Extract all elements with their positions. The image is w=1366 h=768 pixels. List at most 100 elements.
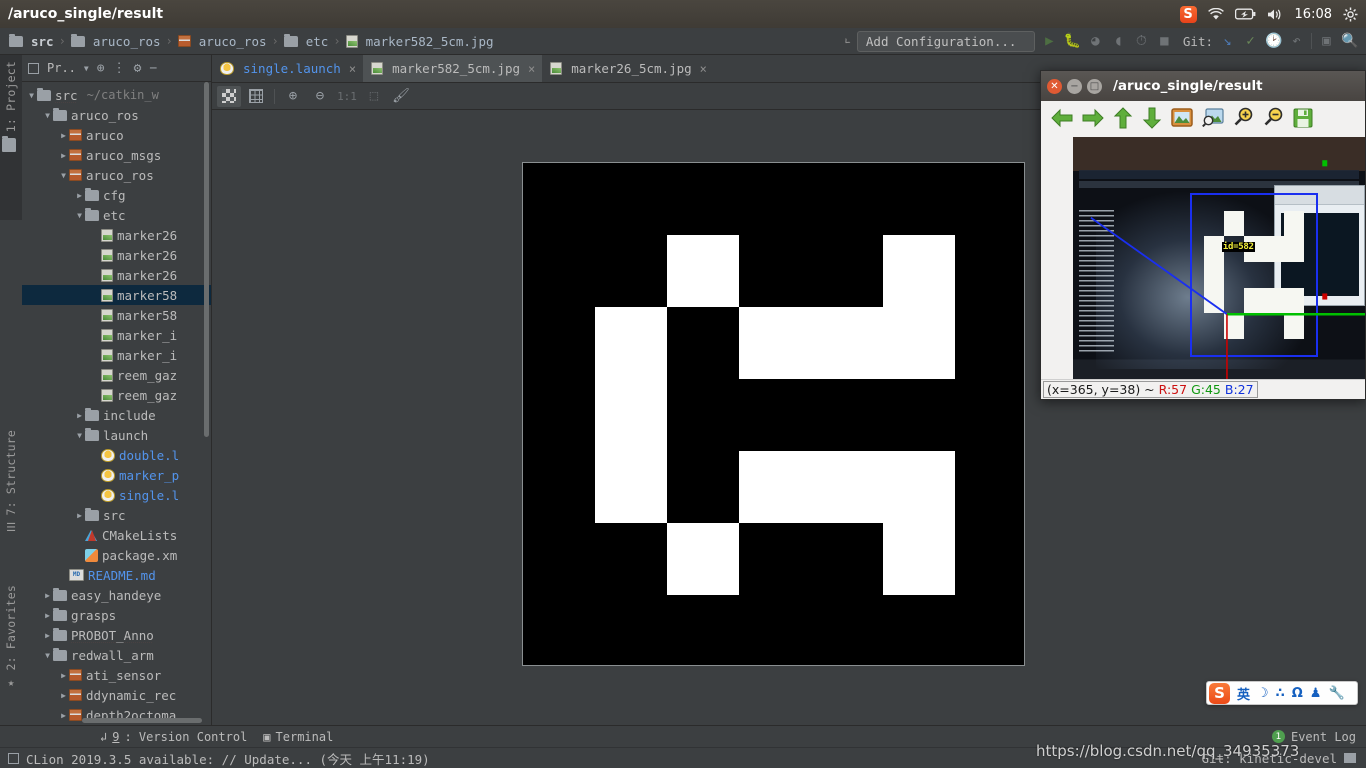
editor-tab[interactable]: marker582_5cm.jpg ×	[363, 55, 543, 82]
sogou-ime-tray-icon[interactable]: S	[1179, 5, 1197, 23]
coverage-icon[interactable]: ◕	[1087, 33, 1104, 49]
chevron-right-icon[interactable]: ▶	[74, 191, 85, 200]
close-icon[interactable]: ×	[349, 62, 356, 76]
hide-icon[interactable]: −	[149, 61, 157, 76]
tree-node[interactable]: double.l	[22, 445, 211, 465]
sidebar-item-structure[interactable]: 7: Structure	[4, 430, 18, 515]
zoom-out-icon[interactable]: ⊖	[308, 86, 332, 107]
tree-node[interactable]: marker_i	[22, 345, 211, 365]
debug-icon[interactable]: 🐛	[1064, 33, 1081, 49]
ime-skin-icon[interactable]: ♟	[1310, 686, 1322, 701]
save-icon[interactable]	[1293, 108, 1313, 131]
tree-node[interactable]: marker58	[22, 285, 211, 305]
chevron-right-icon[interactable]: ▶	[58, 671, 69, 680]
tree-node[interactable]: marker26	[22, 225, 211, 245]
chevron-right-icon[interactable]: ▶	[42, 591, 53, 600]
chevron-down-icon[interactable]: ▼	[84, 64, 89, 73]
chevron-right-icon[interactable]: ▶	[42, 631, 53, 640]
tree-node[interactable]: ▶ ddynamic_rec	[22, 685, 211, 705]
tree-node[interactable]: ▶ grasps	[22, 605, 211, 625]
breadcrumb-item-file[interactable]: marker582_5cm.jpg	[343, 33, 497, 50]
project-view-label[interactable]: Pr..	[47, 61, 76, 75]
close-icon[interactable]: ×	[700, 62, 707, 76]
arrow-up-icon[interactable]	[1113, 106, 1133, 132]
zoom-in-icon[interactable]: ⊕	[281, 86, 305, 107]
ime-language-mode[interactable]: 英	[1237, 684, 1250, 703]
chevron-right-icon[interactable]: ▶	[58, 131, 69, 140]
chevron-down-icon[interactable]: ▼	[42, 111, 53, 120]
ros-window-titlebar[interactable]: ✕ − □ /aruco_single/result	[1041, 71, 1365, 101]
close-icon[interactable]: ×	[528, 62, 535, 76]
tree-vertical-scrollbar[interactable]	[204, 82, 209, 437]
rerun-icon[interactable]: ⏱	[1133, 33, 1150, 49]
sogou-logo-icon[interactable]: S	[1209, 682, 1230, 704]
tree-node[interactable]: ▼ redwall_arm	[22, 645, 211, 665]
editor-tab[interactable]: single.launch ×	[212, 55, 363, 82]
tree-node[interactable]: package.xm	[22, 545, 211, 565]
toggle-grid-icon[interactable]	[244, 86, 268, 107]
image-search-icon[interactable]	[1202, 108, 1224, 130]
chevron-right-icon[interactable]: ▶	[42, 611, 53, 620]
arrow-right-icon[interactable]	[1082, 108, 1104, 131]
tree-node[interactable]: ▼ launch	[22, 425, 211, 445]
tree-node[interactable]: MD README.md	[22, 565, 211, 585]
arrow-left-icon[interactable]	[1051, 108, 1073, 131]
chevron-down-icon[interactable]: ▼	[42, 651, 53, 660]
tree-node[interactable]: marker_i	[22, 325, 211, 345]
tree-node[interactable]: reem_gaz	[22, 385, 211, 405]
tree-node[interactable]: ▼ aruco_ros	[22, 165, 211, 185]
tree-node[interactable]: ▶ aruco_msgs	[22, 145, 211, 165]
tree-node[interactable]: ▼ etc	[22, 205, 211, 225]
project-view-selector-icon[interactable]	[28, 62, 39, 74]
tree-node[interactable]: marker26	[22, 265, 211, 285]
maximize-icon[interactable]: □	[1087, 78, 1102, 94]
battery-icon[interactable]	[1234, 8, 1256, 20]
update-project-icon[interactable]: ↘	[1219, 33, 1236, 49]
tree-node[interactable]: marker26	[22, 245, 211, 265]
tree-node[interactable]: ▶ ati_sensor	[22, 665, 211, 685]
settings-gear-icon[interactable]	[1343, 7, 1358, 22]
chevron-down-icon[interactable]: ▼	[26, 91, 37, 100]
chevron-right-icon[interactable]: ▶	[74, 511, 85, 520]
editor-tab[interactable]: marker26_5cm.jpg ×	[542, 55, 714, 82]
toggle-transparency-chessboard-icon[interactable]	[217, 85, 241, 107]
tree-node[interactable]: ▶ src	[22, 505, 211, 525]
profile-icon[interactable]: ◖	[1110, 33, 1127, 49]
volume-icon[interactable]	[1267, 8, 1284, 21]
breadcrumb-item-etc[interactable]: etc	[281, 33, 332, 50]
chevron-right-icon[interactable]: ▶	[74, 411, 85, 420]
locate-icon[interactable]: ⊕	[97, 61, 105, 76]
tree-node[interactable]: ▼ aruco_ros	[22, 105, 211, 125]
actual-size-icon[interactable]: 1:1	[335, 86, 359, 107]
chevron-down-icon[interactable]: ▼	[74, 211, 85, 220]
zoom-in-icon[interactable]	[1233, 107, 1254, 131]
tree-horizontal-scrollbar[interactable]	[82, 718, 202, 723]
color-picker-icon[interactable]: 🖌	[389, 86, 413, 107]
wifi-icon[interactable]	[1207, 7, 1224, 21]
run-icon[interactable]: ▶	[1041, 33, 1058, 49]
breadcrumb-item-aruco-ros-dir[interactable]: aruco_ros	[68, 33, 164, 50]
chevron-right-icon[interactable]: ▶	[58, 151, 69, 160]
history-icon[interactable]: 🕑	[1265, 33, 1282, 49]
chevron-down-icon[interactable]: ▼	[74, 431, 85, 440]
sidebar-item-version-control[interactable]: ↲ 9 : Version Control	[100, 730, 247, 744]
tree-node[interactable]: ▶ PROBOT_Anno	[22, 625, 211, 645]
terminal-icon[interactable]: ▣	[1318, 33, 1335, 49]
minimize-icon[interactable]: −	[1067, 78, 1082, 94]
collapse-all-icon[interactable]: ⋮	[113, 61, 126, 76]
fit-to-window-icon[interactable]: ⬚	[362, 86, 386, 107]
tree-node[interactable]: ▼ src ~/catkin_w	[22, 85, 211, 105]
notification-icon[interactable]	[8, 752, 19, 764]
project-file-tree[interactable]: ▼ src ~/catkin_w ▼ aruco_ros ▶ aruco ▶ aruco_msg…	[22, 82, 211, 725]
ime-symbol-icon[interactable]: Ω	[1292, 686, 1303, 701]
tree-node[interactable]: ▶ cfg	[22, 185, 211, 205]
tree-node[interactable]: reem_gaz	[22, 365, 211, 385]
collapse-navbar-icon[interactable]: ‹	[837, 31, 856, 50]
chevron-down-icon[interactable]: ▼	[58, 171, 69, 180]
rollback-icon[interactable]: ↶	[1288, 33, 1305, 49]
search-everywhere-icon[interactable]: 🔍	[1341, 33, 1358, 49]
sidebar-item-terminal[interactable]: ▣ Terminal	[263, 730, 333, 744]
sidebar-item-favorites[interactable]: 2: Favorites	[4, 585, 18, 670]
tree-node[interactable]: marker_p	[22, 465, 211, 485]
image-icon[interactable]	[1171, 107, 1193, 131]
